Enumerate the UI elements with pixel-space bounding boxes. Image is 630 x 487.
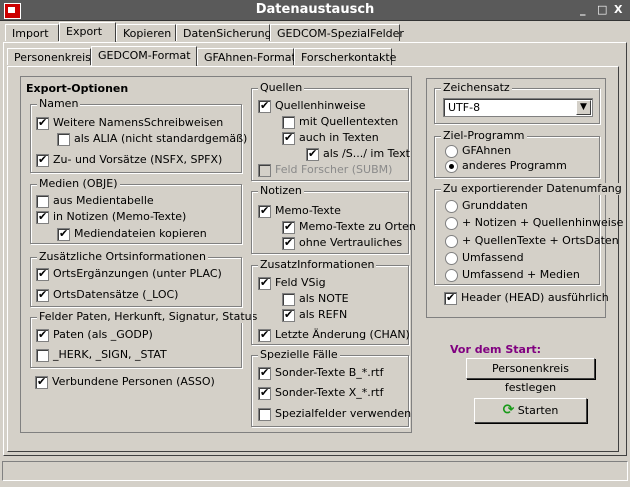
zielprogramm-title: Ziel-Programm xyxy=(441,129,527,142)
zeichensatz-title: Zeichensatz xyxy=(441,81,512,94)
quellen-title: Quellen xyxy=(258,81,305,94)
memo-zu-orten-label: Memo-Texte zu Orten xyxy=(299,220,416,233)
vor-dem-start-label: Vor dem Start: xyxy=(450,343,542,356)
export-options-heading: Export-Optionen xyxy=(26,82,129,95)
alia-label: als ALIA (nicht standardgemäß) xyxy=(74,132,248,145)
tab-gedcom-format[interactable]: GEDCOM-Format xyxy=(91,46,197,66)
quellen-group: Quellen Quellenhinweise mit Quellentexte… xyxy=(251,82,410,181)
maximize-button[interactable]: □ xyxy=(597,4,607,15)
felder-group: Felder Paten, Herkunft, Signatur, Status… xyxy=(30,311,260,368)
namen-title: Namen xyxy=(37,97,81,110)
close-button[interactable]: X xyxy=(614,4,622,15)
personenkreis-festlegen-button[interactable]: Personenkreis festlegen xyxy=(466,358,595,394)
tab-datensicherung-label: DatenSicherung xyxy=(183,27,272,40)
zusatz-title: ZusatzInformationen xyxy=(258,258,377,271)
zeichensatz-group: Zeichensatz UTF-8 ▼ xyxy=(434,82,600,124)
window-title: Datenaustausch xyxy=(255,2,375,17)
tab-import[interactable]: Import xyxy=(5,24,59,41)
ortsdatensaetze-label: OrtsDatensätze (_LOC) xyxy=(53,288,179,301)
umfang-notizen-label: + Notizen + Quellenhinweise xyxy=(462,216,624,229)
mit-quellentexten-label: mit Quellentexten xyxy=(299,115,399,128)
als-note-label: als NOTE xyxy=(299,292,349,305)
tab-personenkreis[interactable]: Personenkreis xyxy=(7,48,91,65)
starten-label: Starten xyxy=(517,404,559,417)
tab-gedcom-spezialfelder-label: GEDCOM-SpezialFelder xyxy=(277,27,404,40)
minimize-button[interactable]: _ xyxy=(580,4,586,15)
title-bar: Datenaustausch _ □ X xyxy=(0,0,630,21)
aus-medientabelle-label: aus Medientabelle xyxy=(53,194,154,207)
auch-in-texten-label: auch in Texten xyxy=(299,131,379,144)
umfang-umfassend-label: Umfassend xyxy=(462,251,524,264)
als-refn-label: als REFN xyxy=(299,308,348,321)
zusatz-group: ZusatzInformationen Feld VSig als NOTE a… xyxy=(251,259,410,345)
notizen-group: Notizen Memo-Texte Memo-Texte zu Orten o… xyxy=(251,185,416,254)
zu-vorsaetze-label: Zu- und Vorsätze (NSFX, SPFX) xyxy=(53,153,223,166)
tab-gfahnen-format-label: GFAhnen-Format xyxy=(204,51,296,64)
herk-label: _HERK, _SIGN, _STAT xyxy=(53,348,167,361)
sonder-b-label: Sonder-Texte B_*.rtf xyxy=(275,366,384,379)
namen-group: Namen Weitere NamensSchreibweisen als AL… xyxy=(30,98,247,173)
letzte-aenderung-label: Letzte Änderung (CHAN) xyxy=(275,328,410,341)
tab-gedcom-spezialfelder[interactable]: GEDCOM-SpezialFelder xyxy=(270,24,404,41)
memo-texte-label: Memo-Texte xyxy=(275,204,341,217)
tab-forscherkontakte[interactable]: Forscherkontakte xyxy=(294,48,396,65)
status-bar xyxy=(2,461,628,481)
ortsergaenzungen-label: OrtsErgänzungen (unter PLAC) xyxy=(53,267,222,280)
umfang-title: Zu exportierender Datenumfang xyxy=(441,182,624,195)
medien-group: Medien (OBJE) aus Medientabelle in Notiz… xyxy=(30,178,242,244)
anderes-programm-radio-label: anderes Programm xyxy=(462,159,567,172)
tab-kopieren-label: Kopieren xyxy=(123,27,172,40)
weitere-namen-label: Weitere NamensSchreibweisen xyxy=(53,116,224,129)
tab-datensicherung[interactable]: DatenSicherung xyxy=(176,24,272,41)
tab-gedcom-format-label: GEDCOM-Format xyxy=(98,49,191,62)
tab-personenkreis-label: Personenkreis xyxy=(14,51,91,64)
spezialfelder-label: Spezialfelder verwenden xyxy=(275,407,412,420)
tab-export-label: Export xyxy=(66,25,103,38)
felder-title: Felder Paten, Herkunft, Signatur, Status xyxy=(37,310,260,323)
mediendateien-kopieren-label: Mediendateien kopieren xyxy=(74,227,207,240)
refresh-icon: ⟳ xyxy=(502,402,515,418)
orts-title: Zusätzliche Ortsinformationen xyxy=(37,250,208,263)
feld-forscher-label: Feld Forscher (SUBM) xyxy=(275,163,393,176)
spezielle-group: Spezielle Fälle Sonder-Texte B_*.rtf Son… xyxy=(251,349,412,427)
zeichensatz-select[interactable]: UTF-8 ▼ xyxy=(443,98,593,117)
verbundene-personen-label: Verbundene Personen (ASSO) xyxy=(52,375,215,388)
paten-label: Paten (als _GODP) xyxy=(53,328,153,341)
umfang-grunddaten-label: Grunddaten xyxy=(462,199,528,212)
header-ausfuehrlich-label: Header (HEAD) ausführlich xyxy=(461,291,609,304)
feld-vsig-label: Feld VSig xyxy=(275,276,326,289)
tab-gfahnen-format[interactable]: GFAhnen-Format xyxy=(197,48,296,65)
medien-title: Medien (OBJE) xyxy=(37,177,120,190)
zielprogramm-group: Ziel-Programm GFAhnen anderes Programm xyxy=(434,130,600,178)
sub-tab-row: Personenkreis GEDCOM-Format GFAhnen-Form… xyxy=(7,46,607,68)
tab-forscherkontakte-label: Forscherkontakte xyxy=(301,51,397,64)
chevron-down-icon[interactable]: ▼ xyxy=(576,100,591,115)
tab-kopieren[interactable]: Kopieren xyxy=(116,24,176,41)
gfahnen-radio-label: GFAhnen xyxy=(462,144,512,157)
als-s-im-text-label: als /S.../ im Text xyxy=(323,147,410,160)
starten-button[interactable]: ⟳ Starten xyxy=(474,398,587,423)
quellenhinweise-label: Quellenhinweise xyxy=(275,99,366,112)
umfang-medien-label: Umfassend + Medien xyxy=(462,268,580,281)
tab-import-label: Import xyxy=(12,27,49,40)
umfang-group: Zu exportierender Datenumfang Grunddaten… xyxy=(434,183,624,285)
notizen-title: Notizen xyxy=(258,184,304,197)
umfang-quellentexte-label: + QuellenTexte + OrtsDaten xyxy=(462,234,619,247)
spezielle-title: Spezielle Fälle xyxy=(258,348,340,361)
zeichensatz-value: UTF-8 xyxy=(448,101,481,114)
main-tab-row: Import Export Kopieren DatenSicherung GE… xyxy=(5,22,625,44)
ohne-vertrauliches-label: ohne Vertrauliches xyxy=(299,236,403,249)
in-notizen-label: in Notizen (Memo-Texte) xyxy=(53,210,187,223)
orts-group: Zusätzliche Ortsinformationen OrtsErgänz… xyxy=(30,251,242,307)
sonder-x-label: Sonder-Texte X_*.rtf xyxy=(275,386,384,399)
tab-export[interactable]: Export xyxy=(59,22,116,42)
